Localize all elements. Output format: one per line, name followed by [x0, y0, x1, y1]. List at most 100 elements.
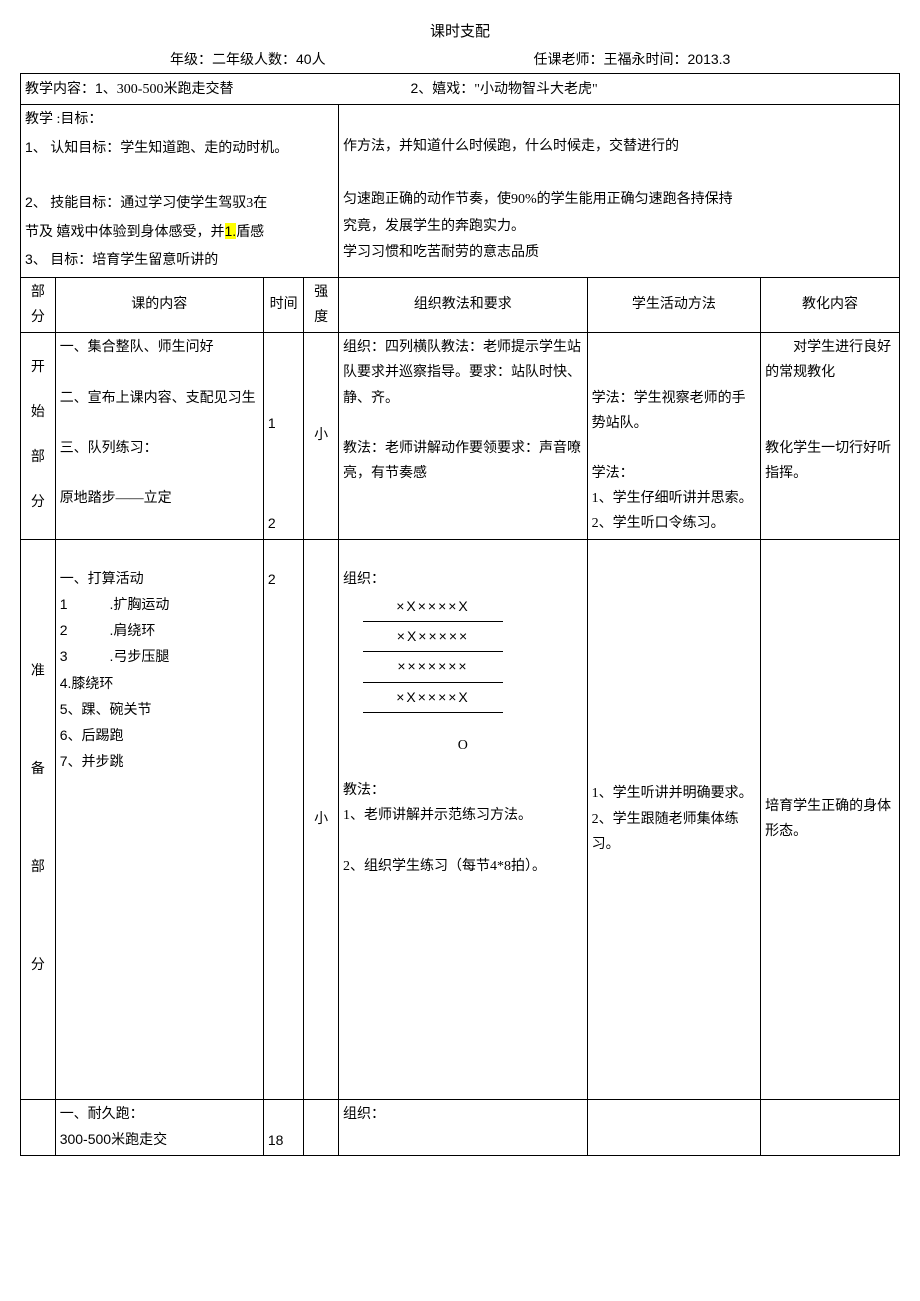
time-label: 时间： — [646, 49, 688, 69]
s-t2: 2 — [268, 515, 276, 531]
col-activity: 学生活动方法 — [587, 277, 760, 332]
teacher-label: 任课老师： — [534, 49, 604, 69]
main-activity — [587, 1099, 760, 1155]
p-org2-2: 2、组织学生练习（每节4*8拍）。 — [343, 859, 546, 874]
prep-content: 一、打算活动 1 .扩胸运动 2 .肩绕环 3 .弓步压腿 4.膝绕环 5、踝、… — [55, 539, 263, 1099]
m-ch: 一、耐久跑： — [60, 1107, 144, 1122]
d-row-3: ××××××× — [363, 652, 503, 682]
p-org2h: 教法： — [343, 783, 385, 798]
prep-edu: 培育学生正确的身体形态。 — [761, 539, 900, 1099]
sub-header: 年级：二年级人数：40人 任课老师：王福永时间：2013.3 — [20, 49, 900, 69]
s-c3: 三、队列练习： — [60, 441, 158, 456]
p-org2-1: 1、老师讲解并示范练习方法。 — [343, 808, 532, 823]
g-left-label: 教学 — [25, 112, 53, 127]
s-edu2: 教化学生一切行好听指挥。 — [765, 441, 891, 481]
g-cog-r: 作方法，并知道什么时候跑，什么时候走，交替进行的 — [343, 139, 679, 154]
p-c6: 6、后踢跑 — [60, 727, 124, 743]
g-skill-l3: 盾感 — [236, 225, 264, 240]
m-c1: 300-500米跑走交 — [60, 1131, 167, 1147]
s-org1: 组织：四列横队教法：老师提示学生站队要求并巡察指导。要求：站队时快、静、齐。 — [343, 340, 581, 405]
p-t: 2 — [268, 571, 276, 587]
p-act2: 2、学生跟随老师集体练习。 — [592, 812, 739, 852]
g-l2: 2、 — [25, 194, 47, 210]
s-c4: 原地踏步——立定 — [60, 491, 172, 506]
start-time: 12 — [263, 333, 303, 540]
s-act2-2: 2、学生听口令练习。 — [592, 516, 725, 531]
col-time: 时间 — [263, 277, 303, 332]
p-c1: 1 .扩胸运动 — [60, 596, 170, 612]
s-org2: 教法：老师讲解动作要领要求：声音嘹亮，有节奏感 — [343, 441, 581, 481]
start-intensity: 小 — [304, 333, 339, 540]
g-l3: 节及 — [25, 225, 53, 240]
g-skill-label: 技能目标： — [50, 196, 120, 211]
p-c5: 5、踝、碗关节 — [60, 701, 152, 717]
start-activity: 学法：学生视察老师的手势站队。 学法： 1、学生仔细听讲并思索。 2、学生听口令… — [587, 333, 760, 540]
tc-1: 300-500米跑走交替 — [117, 82, 234, 97]
teacher-value: 王福永 — [604, 49, 646, 69]
main-time: 18 — [263, 1099, 303, 1155]
teaching-content-row: 教学内容：1、300-500米跑走交替 2、嬉戏："小动物智斗大老虎" — [21, 74, 900, 105]
highlight-text: 1. — [225, 223, 237, 239]
prep-intensity: 小 — [304, 539, 339, 1099]
formation-diagram: ×X××××X ×X××××× ××××××× ×X××××X — [363, 592, 503, 713]
main-org: 组织： — [339, 1099, 588, 1155]
s-t1: 1 — [268, 415, 276, 431]
start-org: 组织：四列横队教法：老师提示学生站队要求并巡察指导。要求：站队时快、静、齐。 教… — [339, 333, 588, 540]
g-moral-label: 目标： — [50, 253, 92, 268]
g-cog-l: 学生知道跑、走的动时机。 — [120, 141, 288, 156]
g-skill-r2: 究竟，发展学生的奔跑实力。 — [343, 219, 525, 234]
main-intensity — [304, 1099, 339, 1155]
tc-2: 嬉戏："小动物智斗大老虎" — [432, 82, 597, 97]
prep-activity: 1、学生听讲并明确要求。 2、学生跟随老师集体练习。 — [587, 539, 760, 1099]
g-cog-label: 认知目标： — [50, 141, 120, 156]
time-value: 2013.3 — [688, 51, 731, 67]
col-part: 部分 — [21, 277, 56, 332]
page-title: 课时支配 — [20, 20, 900, 41]
p-c2: 2 .肩绕环 — [60, 622, 156, 638]
count-unit: 人 — [312, 49, 326, 69]
col-intensity: 强度 — [304, 277, 339, 332]
g-right-label: :目标： — [57, 112, 103, 127]
main-part — [21, 1099, 56, 1155]
g-l1: 1、 — [25, 139, 47, 155]
start-content: 一、集合整队、师生问好 二、宣布上课内容、支配见习生 三、队列练习： 原地踏步—… — [55, 333, 263, 540]
col-edu: 教化内容 — [761, 277, 900, 332]
main-content: 一、耐久跑： 300-500米跑走交 — [55, 1099, 263, 1155]
g-moral-l: 培育学生留意听讲的 — [92, 253, 218, 268]
prep-part: 准备部分 — [21, 539, 56, 1099]
col-content: 课的内容 — [55, 277, 263, 332]
s-edu1: 对学生进行良好的常规教化 — [765, 340, 891, 380]
p-c4: 4.膝绕环 — [60, 675, 114, 691]
grade-value: 二年级 — [212, 49, 254, 69]
tc-n1: 1、 — [95, 80, 117, 96]
s-c2: 二、宣布上课内容、支配见习生 — [60, 391, 256, 406]
prep-time: 2 — [263, 539, 303, 1099]
m-orgh: 组织： — [343, 1107, 385, 1122]
p-act1: 1、学生听讲并明确要求。 — [592, 786, 753, 801]
d-row-2: ×X××××× — [363, 622, 503, 652]
d-row-1: ×X××××X — [363, 592, 503, 622]
main-edu — [761, 1099, 900, 1155]
col-org: 组织教法和要求 — [339, 277, 588, 332]
lesson-plan-table: 教学内容：1、300-500米跑走交替 2、嬉戏："小动物智斗大老虎" 教学 :… — [20, 73, 900, 1156]
count-label: 人数： — [254, 49, 296, 69]
start-part: 开始部分 — [21, 333, 56, 540]
d-row-4: ×X××××X — [363, 683, 503, 713]
p-ch: 一、打算活动 — [60, 572, 144, 587]
g-moral-r: 学习习惯和吃苦耐劳的意志品质 — [343, 245, 539, 260]
prep-org: 组织： ×X××××X ×X××××× ××××××× ×X××××X O 教法… — [339, 539, 588, 1099]
start-edu: 对学生进行良好的常规教化 教化学生一切行好听指挥。 — [761, 333, 900, 540]
count-value: 40 — [296, 51, 312, 67]
tc-n2: 2、 — [410, 80, 432, 96]
p-c3: 3 .弓步压腿 — [60, 648, 170, 664]
teacher-circle-icon: O — [343, 733, 583, 758]
goals-left: 教学 :目标： 1、 认知目标：学生知道跑、走的动时机。 2、 技能目标：通过学… — [21, 105, 339, 278]
s-act2h: 学法： — [592, 466, 634, 481]
g-skill-l2: 嬉戏中体验到身体感受，并 — [57, 225, 225, 240]
p-orgh: 组织： — [343, 572, 385, 587]
s-act1: 学法：学生视察老师的手势站队。 — [592, 391, 746, 431]
grade-label: 年级： — [170, 49, 212, 69]
g-l4: 3、 — [25, 251, 47, 267]
p-c7: 7、并步跳 — [60, 753, 124, 769]
g-skill-l1: 通过学习使学生驾驭3在 — [120, 196, 267, 211]
